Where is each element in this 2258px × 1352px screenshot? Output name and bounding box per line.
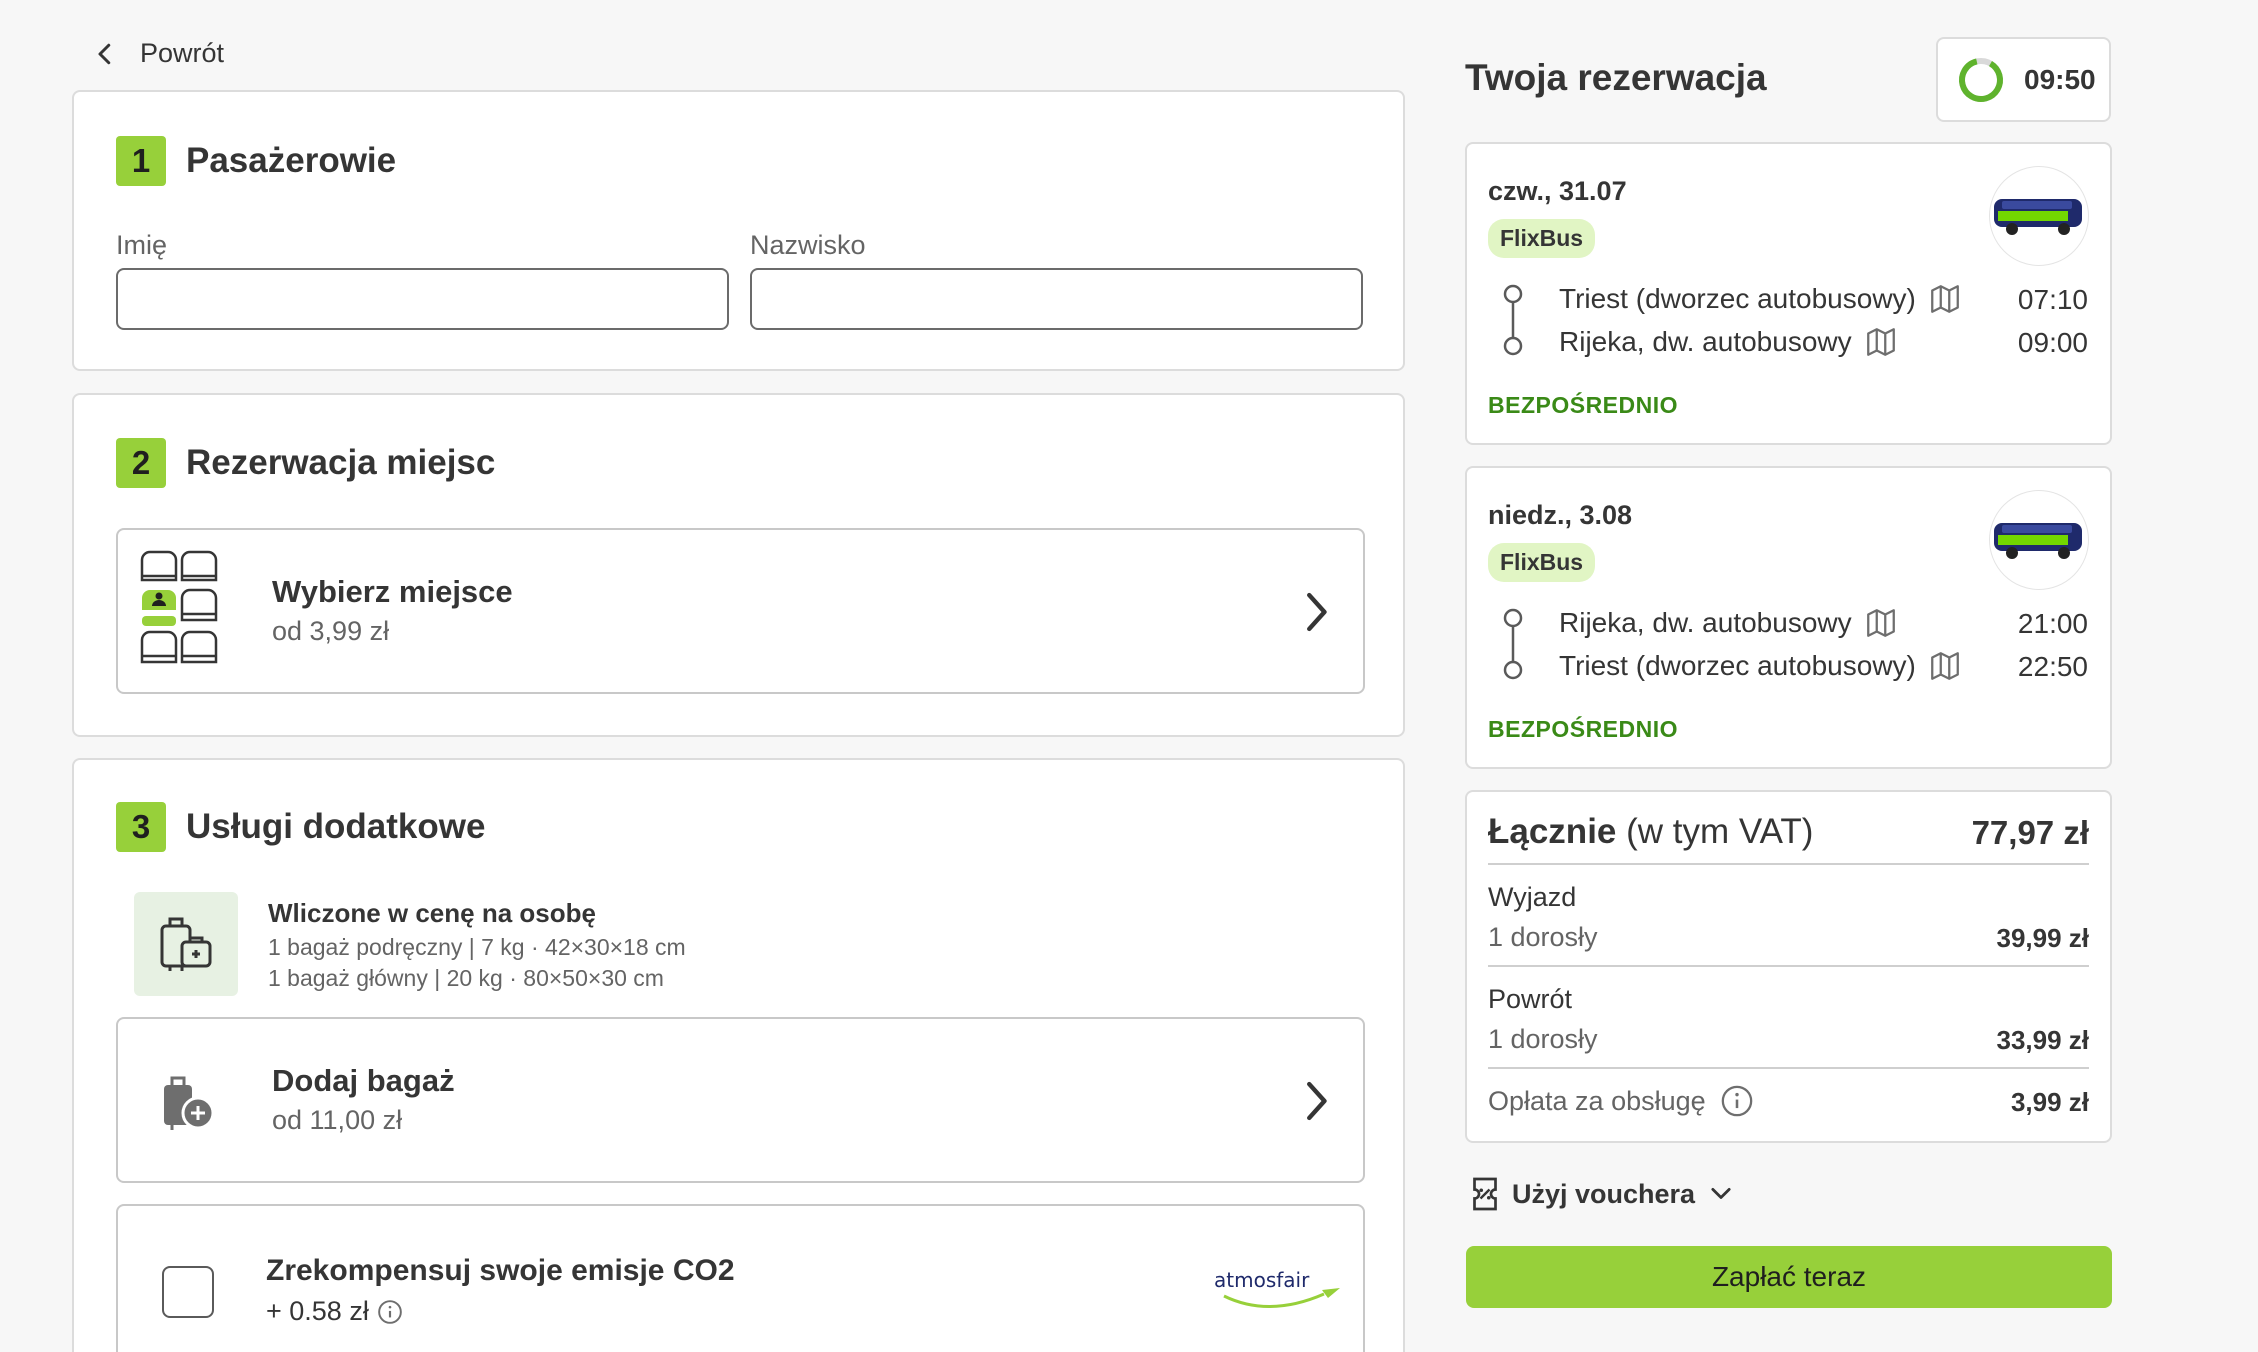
arrival-stop-name: Triest (dworzec autobusowy) <box>1559 650 1916 681</box>
extras-header: 3 Usługi dodatkowe <box>116 802 485 852</box>
chevron-left-icon <box>98 43 111 64</box>
first-name-field[interactable] <box>116 268 729 330</box>
step-number: 3 <box>116 802 166 852</box>
arrival-time: 22:50 <box>2017 651 2088 682</box>
return-price: 33,99 zł <box>1996 1025 2089 1055</box>
total-label-row: Łącznie (w tym VAT) <box>1488 812 1813 852</box>
operator-badge: FlixBus <box>1488 219 1596 258</box>
back-link[interactable]: Powrót <box>90 38 224 69</box>
price-summary: Łącznie (w tym VAT) 77,97 zł Wyjazd 1 do… <box>1465 790 2112 1143</box>
trip-card-return: niedz., 3.08 FlixBus Rijeka, dw. autobus… <box>1465 466 2112 769</box>
map-icon[interactable] <box>1864 325 1898 359</box>
passengers-header: 1 Pasażerowie <box>116 136 396 186</box>
timer-icon <box>1959 57 2003 102</box>
map-icon[interactable] <box>1928 649 1962 683</box>
luggage-included-icon <box>134 892 238 996</box>
add-luggage-option[interactable]: Dodaj bagaż od 11,00 zł <box>116 1017 1365 1183</box>
chevron-right-icon <box>1307 592 1327 632</box>
extra-services-section: 3 Usługi dodatkowe Wliczone w cenę na os… <box>72 758 1405 1352</box>
departure-stop: Triest (dworzec autobusowy) <box>1559 282 1962 316</box>
section-title: Usługi dodatkowe <box>186 807 486 846</box>
pay-now-label: Zapłać teraz <box>1711 1261 1867 1292</box>
return-label: Powrót <box>1488 984 1573 1014</box>
chevron-down-icon <box>1711 1187 1731 1199</box>
included-title: Wliczone w cenę na osobę <box>268 898 596 928</box>
total-label: Łącznie <box>1488 812 1617 851</box>
section-title: Pasażerowie <box>186 141 397 180</box>
section-title: Rezerwacja miejsc <box>186 443 496 482</box>
timer-value: 09:50 <box>2024 63 2096 95</box>
voucher-label: Użyj vouchera <box>1512 1178 1696 1209</box>
bus-icon <box>1989 490 2089 590</box>
bus-icon <box>1989 166 2089 266</box>
route-line-icon <box>1503 608 1523 680</box>
included-line-1: 1 bagaż podręczny | 7 kg · 42×30×18 cm <box>268 934 686 960</box>
seat-map-icon <box>140 550 218 664</box>
connection-type: BEZPOŚREDNIO <box>1488 716 1679 742</box>
voucher-toggle[interactable]: Użyj vouchera <box>1470 1176 1735 1212</box>
departure-time: 21:00 <box>2017 608 2088 639</box>
choose-seat-price: od 3,99 zł <box>272 616 390 646</box>
departure-stop: Rijeka, dw. autobusowy <box>1559 606 1898 640</box>
step-number: 1 <box>116 136 166 186</box>
map-icon[interactable] <box>1928 282 1962 316</box>
step-number: 2 <box>116 438 166 488</box>
reservation-timer: 09:50 <box>1936 37 2111 122</box>
return-passengers: 1 dorosły <box>1488 1024 1598 1054</box>
atmosfair-logo: atmosfair <box>1214 1266 1344 1316</box>
voucher-icon <box>1473 1177 1497 1211</box>
add-luggage-icon <box>164 1076 215 1130</box>
trip-card-outbound: czw., 31.07 FlixBus Triest (dworzec auto… <box>1465 142 2112 445</box>
info-icon[interactable] <box>377 1299 403 1325</box>
trip-date: niedz., 3.08 <box>1488 500 1633 530</box>
seat-reservation-section: 2 Rezerwacja miejsc Wybierz miejsce od 3… <box>72 393 1405 737</box>
arrival-time: 09:00 <box>2017 327 2088 358</box>
co2-price: + 0.58 zł <box>266 1296 369 1326</box>
arrival-stop: Triest (dworzec autobusowy) <box>1559 649 1962 683</box>
service-fee-price: 3,99 zł <box>2010 1087 2089 1117</box>
arrival-stop-name: Rijeka, dw. autobusowy <box>1559 326 1852 357</box>
divider <box>1488 965 2089 967</box>
co2-price-row: + 0.58 zł <box>266 1296 403 1327</box>
connection-type: BEZPOŚREDNIO <box>1488 392 1679 418</box>
included-line-2: 1 bagaż główny | 20 kg · 80×50×30 cm <box>268 965 664 991</box>
add-luggage-title: Dodaj bagaż <box>272 1063 455 1098</box>
choose-seat-option[interactable]: Wybierz miejsce od 3,99 zł <box>116 528 1365 694</box>
operator-badge: FlixBus <box>1488 543 1596 582</box>
info-icon[interactable] <box>1720 1084 1754 1118</box>
last-name-field[interactable] <box>750 268 1363 330</box>
service-fee-label: Opłata za obsługę <box>1488 1085 1706 1116</box>
choose-seat-title: Wybierz miejsce <box>272 574 513 609</box>
co2-compensation-option: Zrekompensuj swoje emisje CO2 + 0.58 zł … <box>116 1204 1365 1352</box>
outbound-price: 39,99 zł <box>1996 923 2089 953</box>
first-name-label: Imię <box>116 230 168 260</box>
arrival-stop: Rijeka, dw. autobusowy <box>1559 325 1898 359</box>
departure-stop-name: Triest (dworzec autobusowy) <box>1559 283 1916 314</box>
pay-now-button[interactable]: Zapłać teraz <box>1466 1246 2112 1308</box>
reservation-title: Twoja rezerwacja <box>1465 57 1767 98</box>
trip-date: czw., 31.07 <box>1488 176 1627 206</box>
total-vat-note: (w tym VAT) <box>1626 812 1814 851</box>
route-line-icon <box>1503 284 1523 356</box>
map-icon[interactable] <box>1864 606 1898 640</box>
chevron-right-icon <box>1307 1081 1327 1121</box>
service-fee-row: Opłata za obsługę <box>1488 1084 1754 1118</box>
back-label: Powrót <box>140 38 225 68</box>
add-luggage-price: od 11,00 zł <box>272 1105 403 1135</box>
passengers-section: 1 Pasażerowie Imię Nazwisko <box>72 90 1405 371</box>
outbound-label: Wyjazd <box>1488 882 1577 912</box>
co2-title: Zrekompensuj swoje emisje CO2 <box>266 1254 735 1287</box>
total-value: 77,97 zł <box>1971 814 2089 851</box>
last-name-label: Nazwisko <box>750 230 866 260</box>
divider <box>1488 863 2089 865</box>
outbound-passengers: 1 dorosły <box>1488 922 1598 952</box>
departure-time: 07:10 <box>2017 284 2088 315</box>
departure-stop-name: Rijeka, dw. autobusowy <box>1559 607 1852 638</box>
divider <box>1488 1067 2089 1069</box>
seats-header: 2 Rezerwacja miejsc <box>116 438 495 488</box>
co2-checkbox[interactable] <box>162 1266 214 1318</box>
